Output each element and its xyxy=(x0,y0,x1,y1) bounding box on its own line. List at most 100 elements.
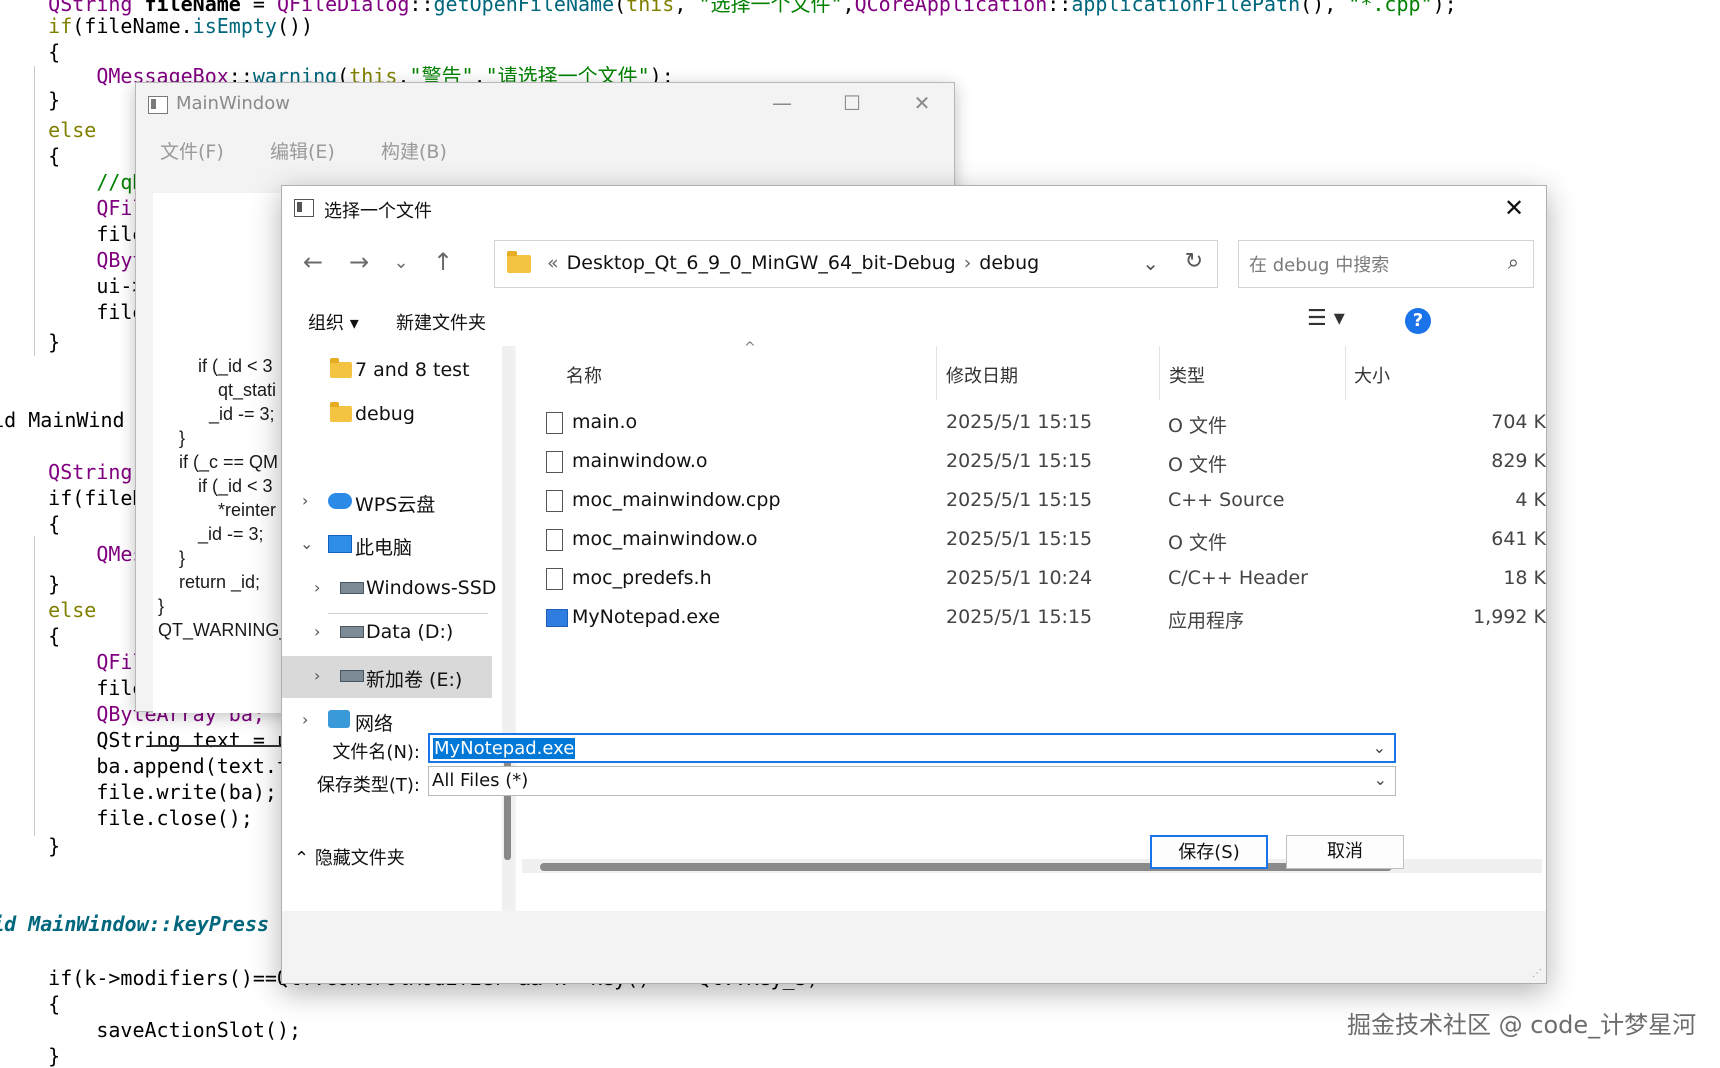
refresh-icon[interactable]: ↻ xyxy=(1185,249,1203,274)
hide-folders-label: 隐藏文件夹 xyxy=(314,848,405,869)
nav-item-windows-ssd[interactable]: › Windows-SSD xyxy=(282,568,496,610)
text-line: if (_id < 3 xyxy=(198,356,273,376)
nav-item-data-d[interactable]: › Data (D:) xyxy=(282,612,492,654)
nav-item-label: 网络 xyxy=(355,713,394,735)
file-icon xyxy=(546,529,563,551)
chevron-right-icon[interactable]: › xyxy=(302,491,308,510)
indent-guide xyxy=(34,66,35,356)
drive-icon xyxy=(340,670,364,682)
breadcrumb-separator[interactable]: › xyxy=(964,252,972,274)
address-bar[interactable]: « Desktop_Qt_6_9_0_MinGW_64_bit-Debug › deb… xyxy=(494,240,1218,288)
file-name: MyNotepad.exe xyxy=(572,606,721,628)
chevron-down-icon[interactable]: ⌄ xyxy=(1374,770,1387,789)
drive-icon xyxy=(340,626,364,638)
close-icon[interactable]: ✕ xyxy=(902,91,942,115)
chevron-right-icon[interactable]: › xyxy=(314,578,320,597)
file-name: mainwindow.o xyxy=(572,450,708,472)
file-size: 641 K xyxy=(1491,528,1546,550)
search-icon[interactable]: ⌕ xyxy=(1508,250,1519,274)
column-header-size[interactable]: 大小 xyxy=(1346,346,1546,400)
file-row[interactable]: mainwindow.o 2025/5/1 15:15 O 文件 829 K xyxy=(516,443,1546,482)
code-line: { xyxy=(0,512,61,536)
cancel-button[interactable]: 取消 xyxy=(1286,835,1404,869)
nav-item-label: 新加卷 (E:) xyxy=(366,669,463,691)
file-row[interactable]: MyNotepad.exe 2025/5/1 15:15 应用程序 1,992 … xyxy=(516,599,1546,638)
navigation-scrollbar[interactable] xyxy=(502,346,514,911)
filename-combobox[interactable]: MyNotepad.exe ⌄ xyxy=(428,733,1396,763)
nav-item-wps-cloud[interactable]: › WPS云盘 xyxy=(282,481,492,523)
file-name: moc_mainwindow.o xyxy=(572,528,758,550)
watermark: 掘金技术社区 @ code_计梦星河 xyxy=(1347,1011,1697,1039)
column-header-label: 名称 xyxy=(566,366,602,387)
column-header-name[interactable]: 名称 xyxy=(516,346,906,400)
search-box[interactable]: ⌕ xyxy=(1238,240,1534,288)
nav-item-new-volume-e[interactable]: › 新加卷 (E:) xyxy=(282,656,492,698)
menu-build[interactable]: 构建(B) xyxy=(381,137,447,164)
nav-item-this-pc[interactable]: ⌄ 此电脑 xyxy=(282,524,492,566)
hide-folders-toggle[interactable]: ⌃ 隐藏文件夹 xyxy=(294,844,405,870)
breadcrumb-item-build-dir[interactable]: Desktop_Qt_6_9_0_MinGW_64_bit-Debug xyxy=(567,252,956,274)
column-header-date[interactable]: 修改日期 xyxy=(937,346,1157,400)
up-arrow-icon[interactable]: ↑ xyxy=(428,248,458,276)
file-size: 18 K xyxy=(1503,567,1546,589)
back-arrow-icon[interactable]: ← xyxy=(298,248,328,276)
file-row[interactable]: moc_predefs.h 2025/5/1 10:24 C/C++ Heade… xyxy=(516,560,1546,599)
menu-edit[interactable]: 编辑(E) xyxy=(270,137,335,164)
save-button[interactable]: 保存(S) xyxy=(1150,835,1268,869)
code-line: { xyxy=(0,40,61,64)
help-icon[interactable]: ? xyxy=(1405,308,1431,334)
recent-locations-chevron-icon[interactable]: ⌄ xyxy=(386,252,416,273)
file-date: 2025/5/1 15:15 xyxy=(946,606,1093,628)
file-row[interactable]: main.o 2025/5/1 15:15 O 文件 704 K xyxy=(516,404,1546,443)
new-folder-button[interactable]: 新建文件夹 xyxy=(396,309,486,335)
breadcrumb-overflow[interactable]: « xyxy=(547,252,559,274)
menu-file[interactable]: 文件(F) xyxy=(160,137,224,164)
breadcrumb-item-debug[interactable]: debug xyxy=(979,252,1039,274)
chevron-down-icon[interactable]: ⌄ xyxy=(1373,738,1386,757)
file-size: 1,992 K xyxy=(1473,606,1546,628)
chevron-right-icon[interactable]: › xyxy=(314,622,320,641)
file-row[interactable]: moc_mainwindow.o 2025/5/1 15:15 O 文件 641… xyxy=(516,521,1546,560)
filetype-select[interactable]: All Files (*) ⌄ xyxy=(428,766,1396,796)
file-row[interactable]: moc_mainwindow.cpp 2025/5/1 15:15 C++ So… xyxy=(516,482,1546,521)
main-window-titlebar[interactable]: MainWindow — ☐ ✕ xyxy=(136,83,954,125)
file-type: O 文件 xyxy=(1168,415,1227,437)
nav-item-debug[interactable]: debug xyxy=(282,394,492,436)
filetype-label: 保存类型(T): xyxy=(316,775,420,796)
code-line: { xyxy=(0,624,61,648)
navigation-pane[interactable]: 7 and 8 test debug › WPS云盘 ⌄ 此电脑 › Windo… xyxy=(282,346,502,911)
file-size: 4 K xyxy=(1515,489,1546,511)
view-options-icon[interactable]: ☰ ▾ xyxy=(1307,306,1345,331)
code-line: else xyxy=(0,598,97,622)
maximize-icon[interactable]: ☐ xyxy=(832,91,872,115)
text-line: } xyxy=(158,596,165,616)
nav-item-7-and-8-test[interactable]: 7 and 8 test xyxy=(282,350,492,392)
organize-button[interactable]: 组织 ▾ xyxy=(308,309,359,335)
chevron-down-icon[interactable]: ⌄ xyxy=(1142,251,1159,275)
search-input[interactable] xyxy=(1247,249,1491,281)
text-line: qt_stati xyxy=(198,380,277,400)
minimize-icon[interactable]: — xyxy=(762,91,802,115)
dialog-titlebar[interactable]: 选择一个文件 ✕ xyxy=(282,186,1546,230)
code-line: file. xyxy=(0,222,157,246)
column-header-type[interactable]: 类型 xyxy=(1160,346,1344,400)
file-dialog[interactable]: 选择一个文件 ✕ ← → ⌄ ↑ « Desktop_Qt_6_9_0_MinGW… xyxy=(281,185,1547,984)
file-list[interactable]: ^ 名称 修改日期 类型 大小 main.o 2025/5/1 15:15 O … xyxy=(516,340,1546,911)
folder-icon xyxy=(330,358,352,378)
column-header-label: 修改日期 xyxy=(946,366,1018,387)
code-line: ui->t xyxy=(0,274,157,298)
file-type: 应用程序 xyxy=(1168,610,1245,632)
chevron-right-icon[interactable]: › xyxy=(302,710,308,729)
text-line: return _id; xyxy=(179,572,261,592)
chevron-right-icon[interactable]: › xyxy=(314,666,320,685)
chevron-down-icon[interactable]: ⌄ xyxy=(300,534,313,553)
filetype-value: All Files (*) xyxy=(432,770,529,791)
filename-input[interactable]: MyNotepad.exe xyxy=(433,738,576,759)
resize-grip-icon[interactable]: ⋰ xyxy=(1532,968,1542,979)
app-icon xyxy=(294,199,314,217)
close-icon[interactable]: ✕ xyxy=(1494,192,1534,224)
file-type: O 文件 xyxy=(1168,532,1227,554)
breadcrumb: « Desktop_Qt_6_9_0_MinGW_64_bit-Debug › deb… xyxy=(539,252,1039,274)
folder-icon xyxy=(507,251,531,273)
forward-arrow-icon[interactable]: → xyxy=(344,248,374,276)
